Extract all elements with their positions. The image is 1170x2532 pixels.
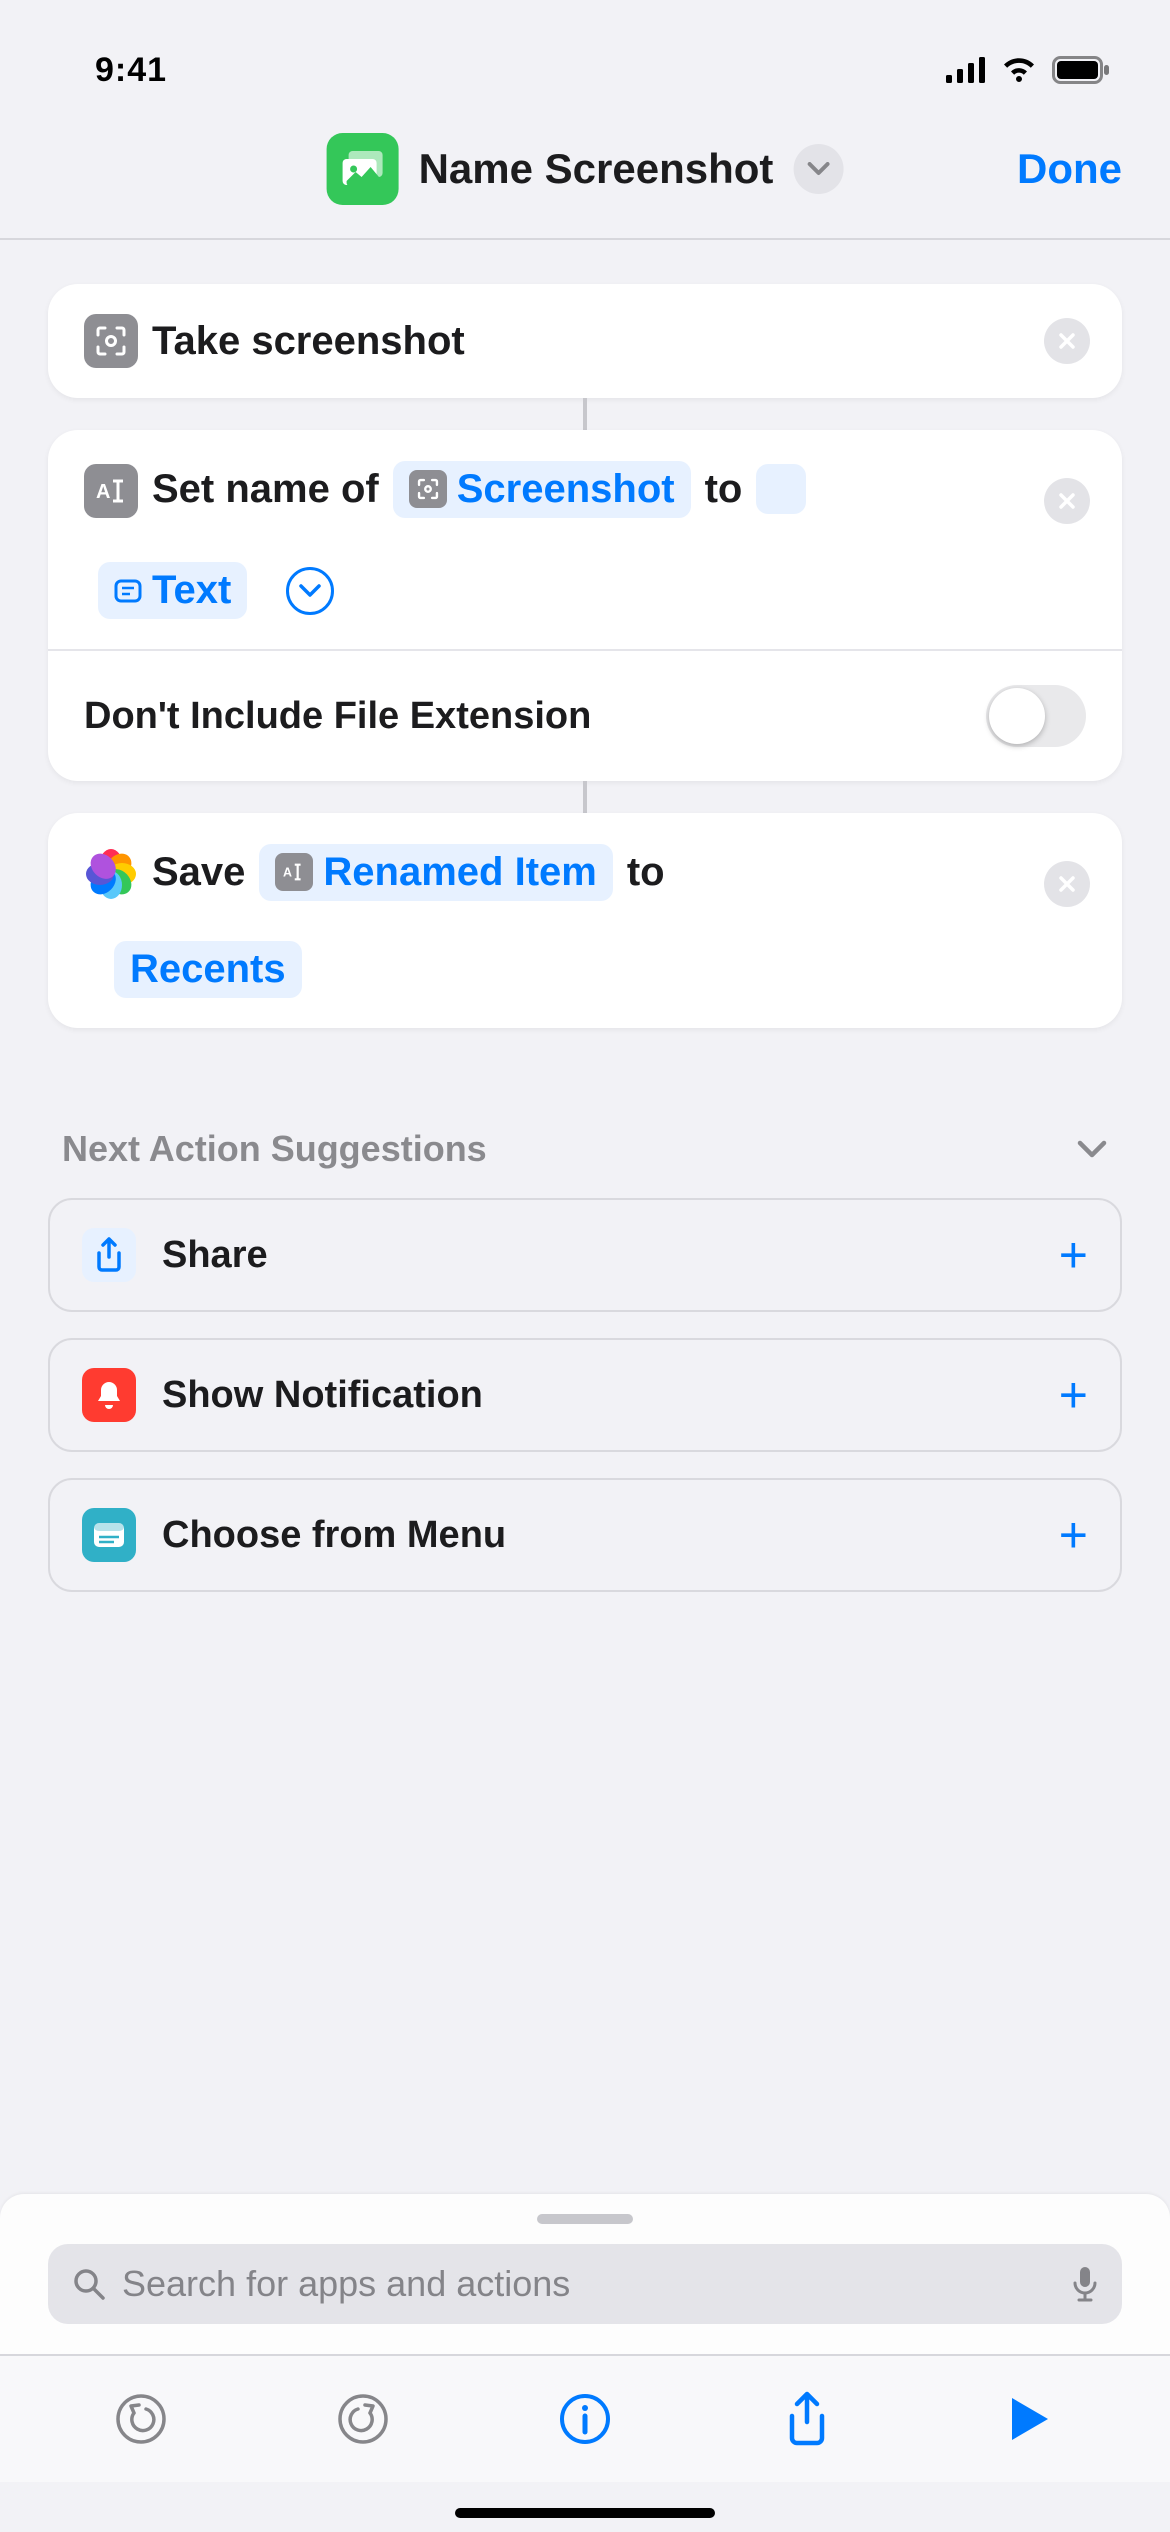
close-icon	[1057, 331, 1077, 351]
name-value-field[interactable]	[756, 464, 806, 514]
variable-screenshot[interactable]: Screenshot	[393, 461, 691, 518]
suggestion-notification[interactable]: Show Notification +	[48, 1338, 1122, 1452]
main: Take screenshot A Set name of Screenshot…	[0, 240, 1170, 1592]
variable-text[interactable]: Text	[98, 562, 247, 619]
chevron-down-icon[interactable]	[1076, 1139, 1108, 1159]
suggestions-section: Next Action Suggestions Share + Show Not…	[48, 1128, 1122, 1592]
redo-button[interactable]	[333, 2389, 393, 2449]
album-label: Recents	[130, 947, 286, 992]
info-icon	[558, 2392, 612, 2446]
title-chevron-button[interactable]	[793, 144, 843, 194]
action-text: to	[627, 850, 665, 895]
delete-action-button[interactable]	[1044, 478, 1090, 524]
suggestion-label: Choose from Menu	[162, 1514, 1033, 1557]
status-time: 9:41	[95, 51, 167, 90]
search-field[interactable]: Search for apps and actions	[48, 2244, 1122, 2324]
undo-button[interactable]	[111, 2389, 171, 2449]
share-icon	[784, 2390, 830, 2448]
status-bar: 9:41	[0, 0, 1170, 100]
search-placeholder: Search for apps and actions	[122, 2263, 1056, 2305]
header: Name Screenshot Done	[0, 100, 1170, 240]
text-token-icon	[114, 578, 142, 604]
action-card-set-name[interactable]: A Set name of Screenshot to Text	[48, 430, 1122, 781]
search-icon	[72, 2267, 106, 2301]
menu-icon	[82, 1508, 136, 1562]
add-suggestion-button[interactable]: +	[1059, 1506, 1088, 1564]
mic-icon[interactable]	[1072, 2265, 1098, 2303]
action-label: Take screenshot	[152, 319, 465, 364]
suggestion-menu[interactable]: Choose from Menu +	[48, 1478, 1122, 1592]
variable-renamed-item[interactable]: A Renamed Item	[259, 844, 612, 901]
suggestion-share[interactable]: Share +	[48, 1198, 1122, 1312]
destination-album[interactable]: Recents	[114, 941, 302, 998]
notification-icon	[82, 1368, 136, 1422]
variable-label: Renamed Item	[323, 850, 596, 895]
rename-token-icon: A	[275, 853, 313, 891]
status-right	[946, 56, 1110, 84]
share-icon	[82, 1228, 136, 1282]
svg-text:A: A	[96, 481, 110, 503]
battery-icon	[1052, 56, 1110, 84]
info-button[interactable]	[555, 2389, 615, 2449]
option-label: Don't Include File Extension	[84, 695, 591, 738]
suggestions-title: Next Action Suggestions	[62, 1128, 487, 1170]
shortcut-icon	[327, 133, 399, 205]
wifi-icon	[1000, 56, 1038, 84]
home-indicator	[455, 2508, 715, 2518]
suggestion-label: Show Notification	[162, 1374, 1033, 1417]
connector	[583, 781, 587, 813]
rename-icon: A	[84, 464, 138, 518]
screenshot-token-icon	[409, 470, 447, 508]
close-icon	[1057, 491, 1077, 511]
chevron-down-icon	[299, 584, 321, 598]
variable-label: Screenshot	[457, 467, 675, 512]
svg-text:A: A	[283, 865, 292, 879]
file-extension-toggle[interactable]	[986, 685, 1086, 747]
page-title: Name Screenshot	[419, 145, 774, 193]
photos-icon	[84, 847, 138, 901]
delete-action-button[interactable]	[1044, 861, 1090, 907]
close-icon	[1057, 874, 1077, 894]
add-suggestion-button[interactable]: +	[1059, 1366, 1088, 1424]
action-text: Save	[152, 850, 245, 895]
suggestion-label: Share	[162, 1234, 1033, 1277]
delete-action-button[interactable]	[1044, 318, 1090, 364]
action-card-save[interactable]: Save A Renamed Item to Recents	[48, 813, 1122, 1028]
search-panel[interactable]: Search for apps and actions	[0, 2194, 1170, 2354]
variable-label: Text	[152, 568, 231, 613]
panel-grabber[interactable]	[537, 2214, 633, 2224]
run-button[interactable]	[999, 2389, 1059, 2449]
add-suggestion-button[interactable]: +	[1059, 1226, 1088, 1284]
expand-action-button[interactable]	[286, 567, 334, 615]
action-card-take-screenshot[interactable]: Take screenshot	[48, 284, 1122, 398]
action-text: to	[705, 467, 743, 512]
cellular-icon	[946, 57, 986, 83]
header-title-group[interactable]: Name Screenshot	[327, 133, 844, 205]
toolbar	[0, 2354, 1170, 2482]
chevron-down-icon	[807, 162, 829, 176]
undo-icon	[114, 2392, 168, 2446]
connector	[583, 398, 587, 430]
share-button[interactable]	[777, 2389, 837, 2449]
play-icon	[1006, 2394, 1052, 2444]
option-file-extension: Don't Include File Extension	[48, 651, 1122, 781]
action-text: Set name of	[152, 467, 379, 512]
done-button[interactable]: Done	[1017, 145, 1122, 193]
screenshot-icon	[84, 314, 138, 368]
redo-icon	[336, 2392, 390, 2446]
